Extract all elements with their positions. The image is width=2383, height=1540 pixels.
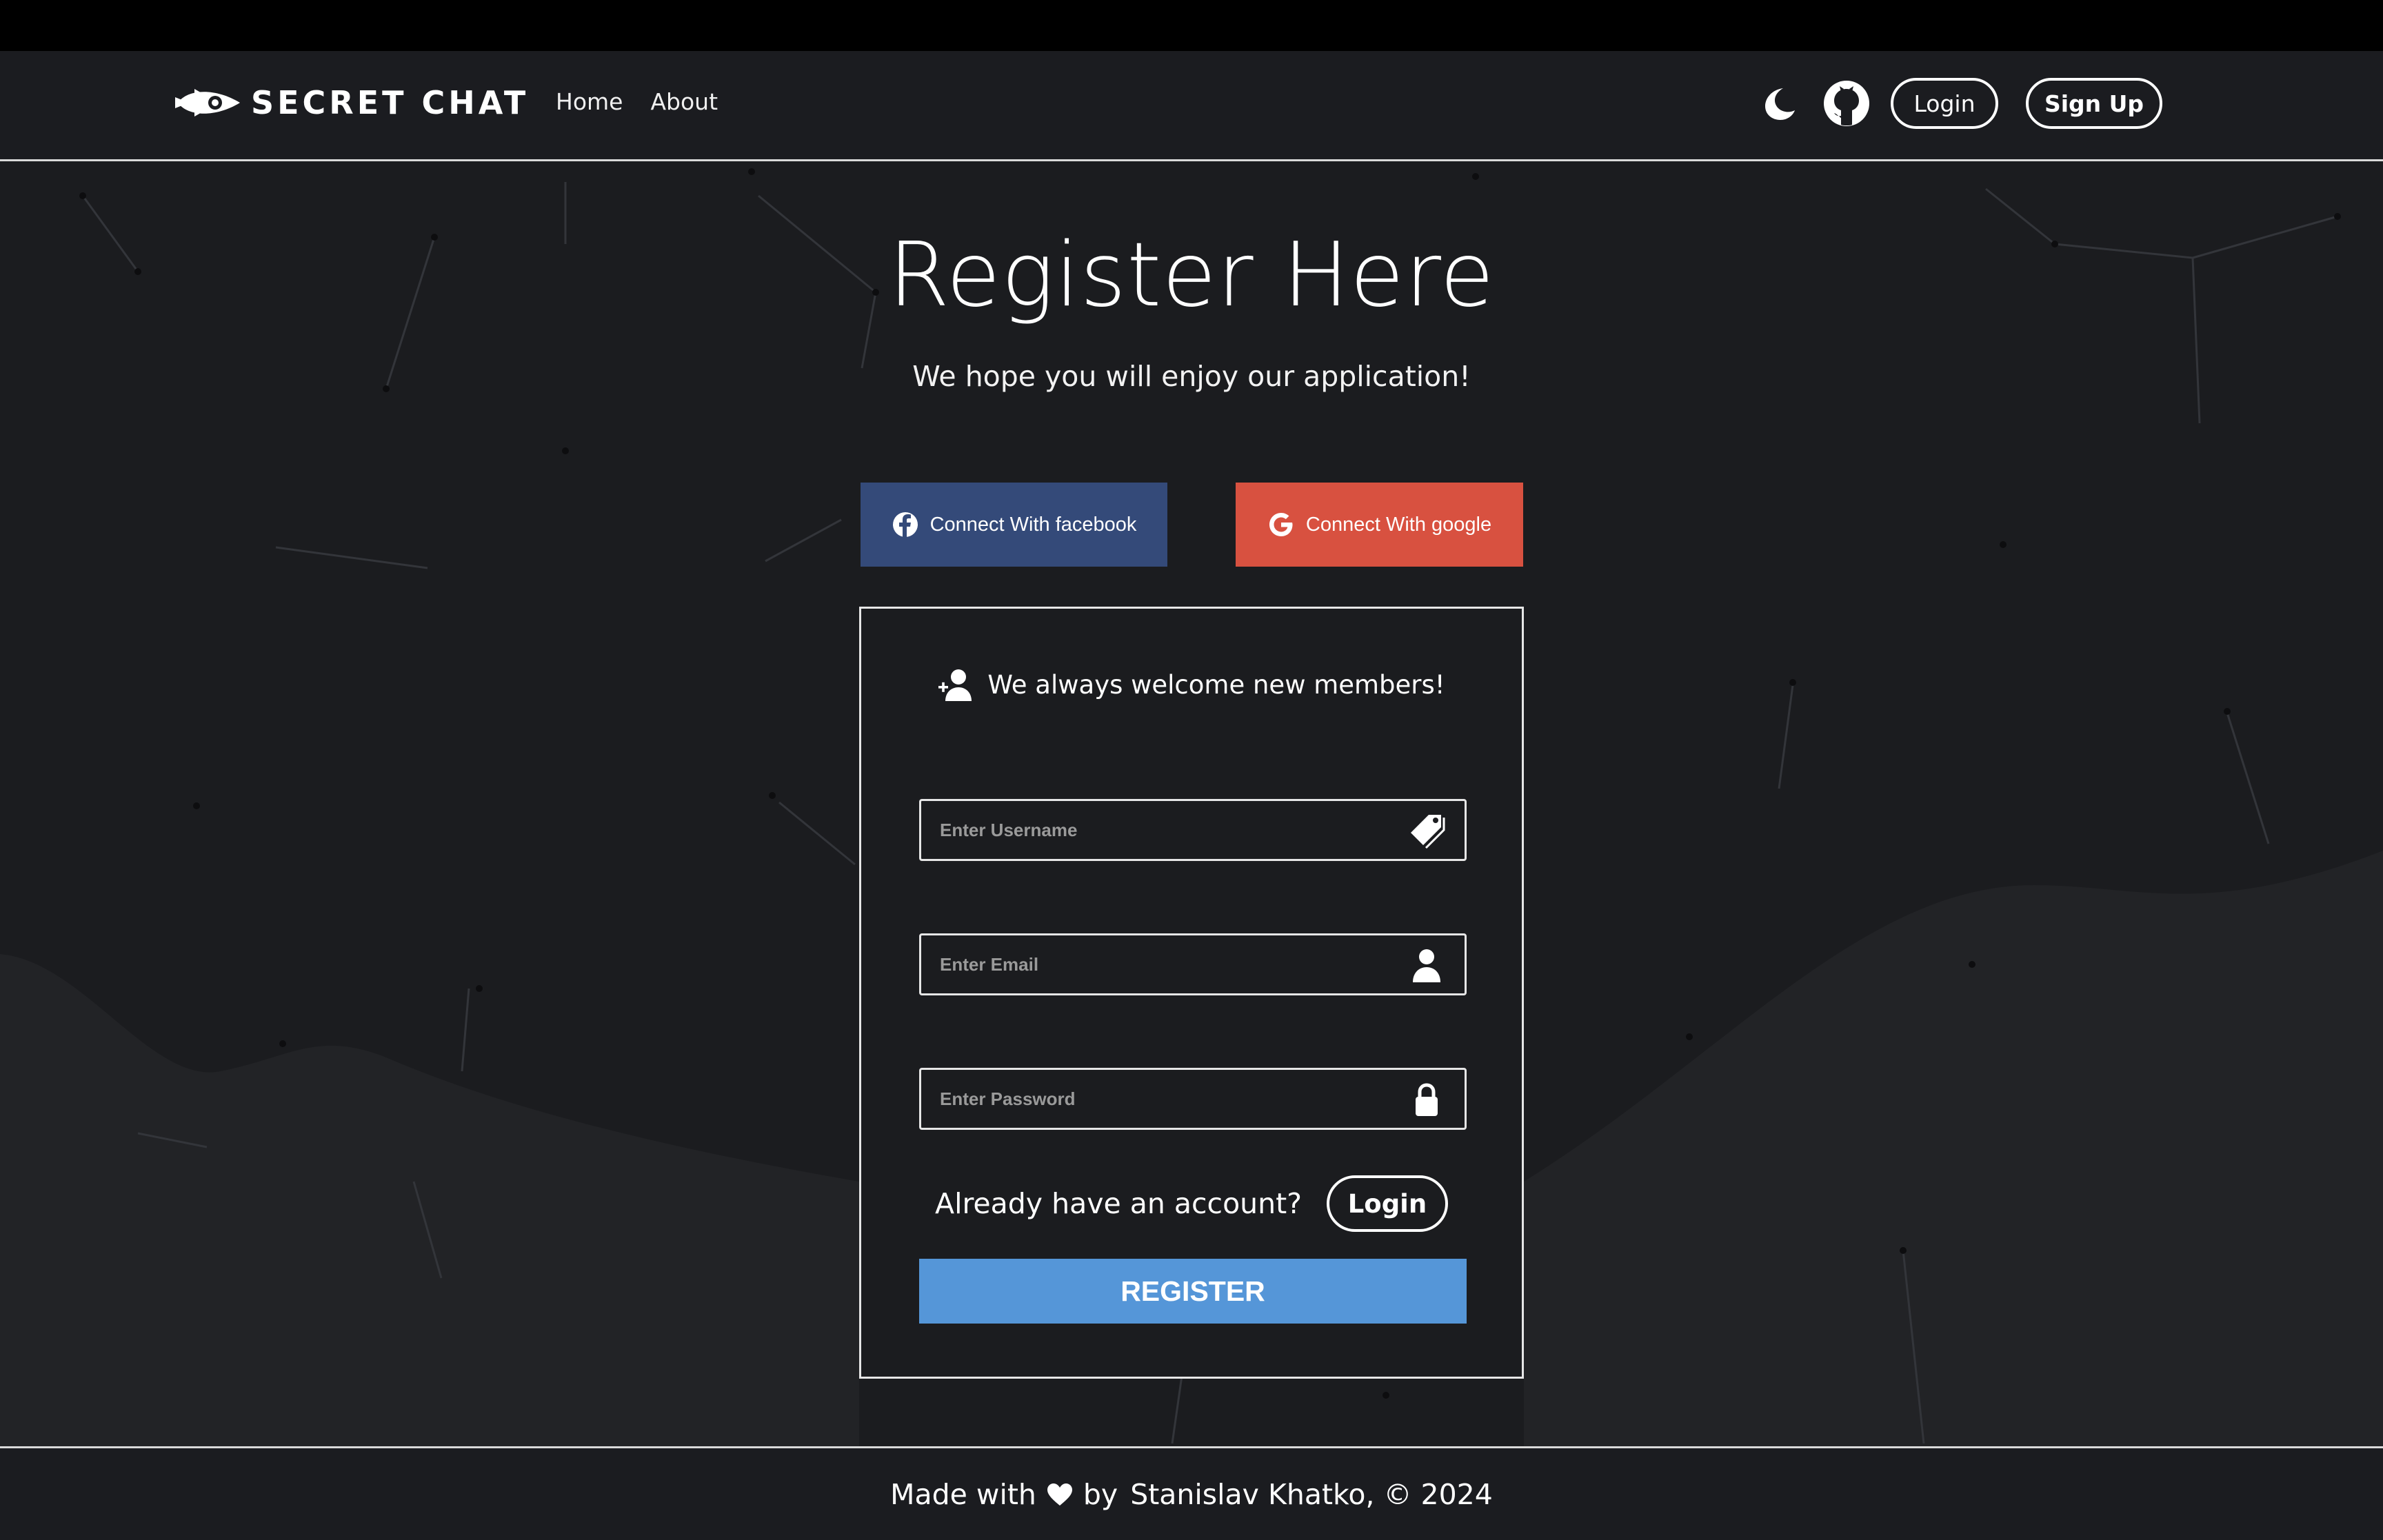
connect-google-label: Connect With google <box>1305 513 1492 536</box>
password-input[interactable] <box>921 1070 1390 1128</box>
nav-about-link[interactable]: About <box>650 88 718 115</box>
footer-by: by <box>1083 1477 1118 1511</box>
already-have-account-text: Already have an account? <box>935 1187 1302 1220</box>
google-icon <box>1269 513 1293 536</box>
tag-icon <box>1411 815 1445 849</box>
connect-facebook-label: Connect With facebook <box>929 513 1137 536</box>
email-field <box>919 933 1467 995</box>
nav-actions: Login Sign Up <box>1754 76 2162 131</box>
form-heading: We always welcome new members! <box>987 669 1445 700</box>
register-button[interactable]: REGISTER <box>919 1259 1467 1324</box>
add-user-icon <box>938 669 972 701</box>
theme-toggle-button[interactable] <box>1754 79 1804 128</box>
user-icon <box>1413 949 1440 982</box>
footer-made-with: Made with <box>890 1477 1036 1511</box>
email-input[interactable] <box>921 935 1390 993</box>
heart-icon <box>1047 1483 1072 1506</box>
form-login-button[interactable]: Login <box>1326 1175 1448 1232</box>
rocket-eye-icon <box>175 89 240 116</box>
window-top-strip <box>0 0 2383 51</box>
footer: Made with by Stanislav Khatko, © 2024 <box>0 1446 2383 1540</box>
github-link[interactable] <box>1822 79 1871 128</box>
page-subtitle: We hope you will enjoy our application! <box>912 360 1471 393</box>
page-title: Register Here <box>888 224 1495 327</box>
form-heading-row: We always welcome new members! <box>861 665 1522 704</box>
nav-signup-button[interactable]: Sign Up <box>2026 78 2162 129</box>
login-prompt-row: Already have an account? Login <box>861 1175 1522 1232</box>
username-input[interactable] <box>921 801 1390 859</box>
nav-home-link[interactable]: Home <box>556 88 623 115</box>
nav-links: Home About <box>556 88 718 115</box>
brand-link[interactable]: SECRET CHAT <box>174 79 529 127</box>
nav-login-button[interactable]: Login <box>1891 78 1998 129</box>
github-icon <box>1824 81 1869 126</box>
lock-icon <box>1416 1083 1438 1116</box>
moon-icon <box>1765 88 1795 120</box>
register-form-card: We always welcome new members! Already h… <box>859 607 1524 1379</box>
footer-author: Stanislav Khatko, © 2024 <box>1130 1477 1493 1511</box>
connect-facebook-button[interactable]: Connect With facebook <box>861 483 1167 567</box>
navbar: SECRET CHAT Home About Login Sign Up <box>0 51 2383 161</box>
password-field <box>919 1068 1467 1130</box>
facebook-icon <box>892 512 918 537</box>
brand-name: SECRET CHAT <box>251 84 530 121</box>
connect-google-button[interactable]: Connect With google <box>1236 483 1523 567</box>
username-field <box>919 799 1467 861</box>
